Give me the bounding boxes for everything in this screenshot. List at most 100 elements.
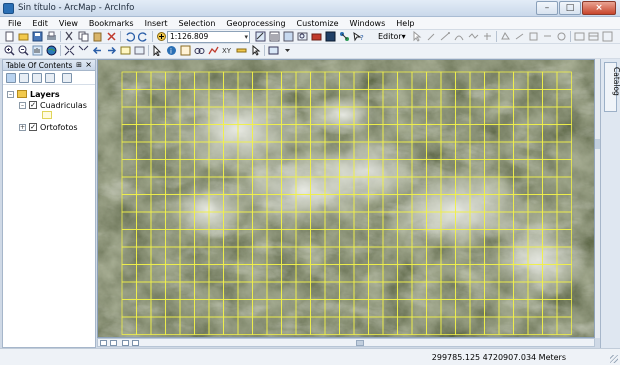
data-view-button[interactable] (100, 340, 107, 346)
pause-drawing-button[interactable] (132, 340, 139, 346)
go-to-xy-icon[interactable]: XY (222, 45, 233, 56)
editor-toolbar-icon[interactable] (255, 31, 266, 42)
menu-geoprocessing[interactable]: Geoprocessing (226, 19, 285, 28)
editor-menu-button[interactable]: Editor▾ (378, 32, 406, 41)
toc-close-button[interactable]: × (85, 60, 92, 69)
delete-icon[interactable] (106, 31, 117, 42)
collapse-toggle-icon[interactable]: – (19, 101, 26, 109)
menu-edit[interactable]: Edit (32, 19, 48, 28)
horizontal-scroll-thumb[interactable] (356, 340, 364, 346)
resize-grip-icon[interactable] (610, 355, 618, 363)
add-data-icon[interactable] (156, 31, 167, 42)
layer-visibility-checkbox[interactable]: ✓ (29, 101, 37, 109)
toolbar-separator (264, 45, 265, 56)
select-features-icon[interactable] (120, 45, 131, 56)
split-icon[interactable] (542, 31, 553, 42)
expand-toggle-icon[interactable]: + (19, 123, 26, 131)
editing-tools (412, 31, 613, 42)
cut-icon[interactable] (64, 31, 75, 42)
list-by-source-icon[interactable] (19, 73, 29, 83)
svg-text:i: i (170, 48, 172, 56)
redo-icon[interactable] (138, 31, 149, 42)
help-icon[interactable]: ? (353, 31, 364, 42)
list-by-visibility-icon[interactable] (32, 73, 42, 83)
toolbar-separator (60, 45, 61, 56)
pan-hand-icon[interactable] (32, 45, 43, 56)
find-route-icon[interactable] (208, 45, 219, 56)
zoom-in-icon[interactable] (4, 45, 15, 56)
arctoolbox-icon[interactable] (311, 31, 322, 42)
map-canvas[interactable] (98, 60, 595, 338)
search-window-icon[interactable] (297, 31, 308, 42)
map-scale-combobox[interactable]: 1:126.809 ▾ (167, 31, 250, 43)
identify-icon[interactable]: i (166, 45, 177, 56)
toc-options-icon[interactable] (62, 73, 72, 83)
sketch-properties-icon[interactable] (588, 31, 599, 42)
find-icon[interactable] (194, 45, 205, 56)
copy-icon[interactable] (78, 31, 89, 42)
rotate-icon[interactable] (556, 31, 567, 42)
edit-tool-icon[interactable] (412, 31, 423, 42)
maximize-button[interactable]: □ (559, 1, 581, 15)
layer-visibility-checkbox[interactable]: ✓ (29, 123, 37, 131)
menu-file[interactable]: File (8, 19, 21, 28)
cut-polygons-icon[interactable] (528, 31, 539, 42)
print-icon[interactable] (46, 31, 57, 42)
new-document-icon[interactable] (4, 31, 15, 42)
refresh-view-button[interactable] (122, 340, 129, 346)
go-back-icon[interactable] (92, 45, 103, 56)
menu-customize[interactable]: Customize (297, 19, 339, 28)
menu-bookmarks[interactable]: Bookmarks (89, 19, 134, 28)
map-display[interactable] (97, 59, 595, 338)
menu-windows[interactable]: Windows (350, 19, 386, 28)
point-icon[interactable] (482, 31, 493, 42)
layout-view-button[interactable] (110, 340, 117, 346)
fixed-zoom-in-icon[interactable] (64, 45, 75, 56)
undo-icon[interactable] (124, 31, 135, 42)
menu-selection[interactable]: Selection (179, 19, 216, 28)
polygon-symbol-swatch[interactable] (42, 111, 52, 119)
collapse-toggle-icon[interactable]: – (7, 90, 14, 98)
edit-vertices-icon[interactable] (500, 31, 511, 42)
go-forward-icon[interactable] (106, 45, 117, 56)
end-point-arc-icon[interactable] (454, 31, 465, 42)
python-window-icon[interactable] (325, 31, 336, 42)
model-builder-icon[interactable] (339, 31, 350, 42)
catalog-tab[interactable]: Catalog (604, 62, 620, 112)
attributes-icon[interactable] (574, 31, 585, 42)
trace-icon[interactable] (468, 31, 479, 42)
zoom-out-icon[interactable] (18, 45, 29, 56)
hyperlink-icon[interactable] (250, 45, 261, 56)
create-viewer-window-icon[interactable] (268, 45, 279, 56)
layer-row-ortofotos[interactable]: + ✓ Ortofotos (19, 122, 78, 132)
fixed-zoom-out-icon[interactable] (78, 45, 89, 56)
time-slider-icon[interactable] (282, 45, 293, 56)
list-by-drawing-order-icon[interactable] (6, 73, 16, 83)
reshape-icon[interactable] (514, 31, 525, 42)
layer-row-cuadriculas[interactable]: – ✓ Cuadriculas (19, 100, 87, 110)
measure-icon[interactable] (236, 45, 247, 56)
catalog-window-icon[interactable] (283, 31, 294, 42)
select-elements-icon[interactable] (152, 45, 163, 56)
list-by-selection-icon[interactable] (45, 73, 55, 83)
minimize-button[interactable]: – (536, 1, 558, 15)
table-of-contents-icon[interactable] (269, 31, 280, 42)
layer-name[interactable]: Ortofotos (40, 123, 78, 132)
edit-annotation-icon[interactable] (426, 31, 437, 42)
create-features-icon[interactable] (602, 31, 613, 42)
straight-segment-icon[interactable] (440, 31, 451, 42)
html-popup-icon[interactable] (180, 45, 191, 56)
menu-insert[interactable]: Insert (145, 19, 168, 28)
full-extent-icon[interactable] (46, 45, 57, 56)
clear-selection-icon[interactable] (134, 45, 145, 56)
menu-help[interactable]: Help (396, 19, 414, 28)
layer-name[interactable]: Cuadriculas (40, 101, 87, 110)
auto-hide-pin-icon[interactable]: ⊞ (76, 61, 82, 69)
open-folder-icon[interactable] (18, 31, 29, 42)
close-button[interactable]: × (582, 1, 616, 15)
scale-dropdown-icon[interactable]: ▾ (244, 32, 248, 42)
tree-root-layers[interactable]: – Layers (7, 89, 60, 99)
menu-view[interactable]: View (59, 19, 78, 28)
save-icon[interactable] (32, 31, 43, 42)
paste-icon[interactable] (92, 31, 103, 42)
